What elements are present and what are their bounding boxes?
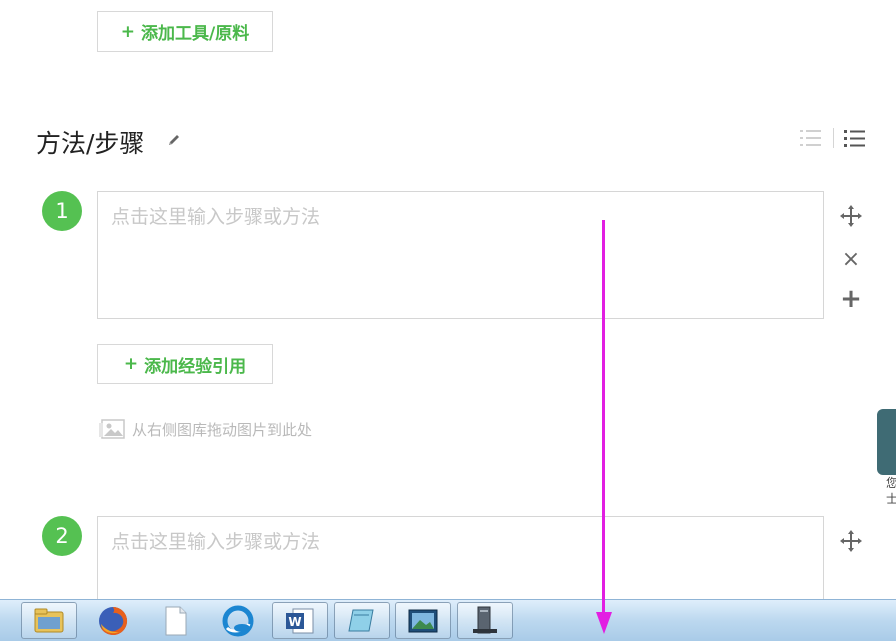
word-icon: W xyxy=(286,608,314,633)
add-experience-plus: + xyxy=(123,354,139,374)
section-title: 方法/步骤 xyxy=(36,124,144,160)
image-placeholder-icon xyxy=(99,419,125,439)
step-1-placeholder: 点击这里输入步骤或方法 xyxy=(111,206,321,228)
taskbar-word[interactable]: W xyxy=(272,602,328,639)
image-drop-hint-text: 从右侧图库拖动图片到此处 xyxy=(132,420,313,439)
taskbar-file-explorer[interactable] xyxy=(21,602,77,639)
taskbar-notepad[interactable] xyxy=(334,602,390,639)
move-icon-step-2[interactable] xyxy=(838,528,864,554)
step-number-1-text: 1 xyxy=(55,199,69,223)
taskbar-image-viewer[interactable] xyxy=(395,602,451,639)
move-icon[interactable] xyxy=(838,203,864,229)
computer-icon xyxy=(473,606,497,633)
edit-pencil-icon[interactable] xyxy=(166,132,182,148)
taskbar-browser[interactable] xyxy=(210,602,266,639)
step-number-2-text: 2 xyxy=(55,524,69,548)
step-number-2: 2 xyxy=(42,516,82,556)
delete-step-icon[interactable]: × xyxy=(838,246,864,272)
taskbar-document[interactable] xyxy=(148,602,204,639)
add-step-icon[interactable]: + xyxy=(838,284,864,314)
add-tools-plus: + xyxy=(120,21,136,42)
delete-step-glyph: × xyxy=(841,246,861,272)
add-step-glyph: + xyxy=(840,284,862,314)
bullet-list-icon[interactable] xyxy=(843,127,867,149)
browser-icon xyxy=(222,605,254,636)
annotation-arrow-line xyxy=(602,220,605,620)
step-2-placeholder: 点击这里输入步骤或方法 xyxy=(111,531,321,553)
svg-text:W: W xyxy=(288,615,301,629)
feedback-side-tab[interactable] xyxy=(877,409,896,475)
taskbar: W xyxy=(0,599,896,641)
start-orb-edge[interactable] xyxy=(0,602,10,639)
add-experience-button[interactable]: + 添加经验引用 xyxy=(97,344,273,384)
feedback-side-tab-text: 您士 xyxy=(886,476,896,506)
taskbar-firefox[interactable] xyxy=(85,602,141,639)
view-divider xyxy=(833,128,834,148)
image-viewer-icon xyxy=(408,609,438,632)
image-drop-hint: 从右侧图库拖动图片到此处 xyxy=(98,418,312,440)
add-tools-button[interactable]: + 添加工具/原料 xyxy=(97,11,273,52)
numbered-list-icon[interactable] xyxy=(799,127,823,149)
annotation-arrow-head xyxy=(596,612,612,634)
add-tools-label: 添加工具/原料 xyxy=(141,24,250,44)
blank-document-icon xyxy=(165,606,187,635)
step-1-input[interactable]: 点击这里输入步骤或方法 xyxy=(97,191,824,319)
taskbar-computer[interactable] xyxy=(457,602,513,639)
firefox-icon xyxy=(99,606,128,635)
folder-icon xyxy=(34,608,64,632)
step-number-1: 1 xyxy=(42,191,82,231)
section-title-text: 方法/步骤 xyxy=(36,129,145,158)
add-experience-label: 添加经验引用 xyxy=(144,356,247,377)
notepad-icon xyxy=(348,609,374,631)
